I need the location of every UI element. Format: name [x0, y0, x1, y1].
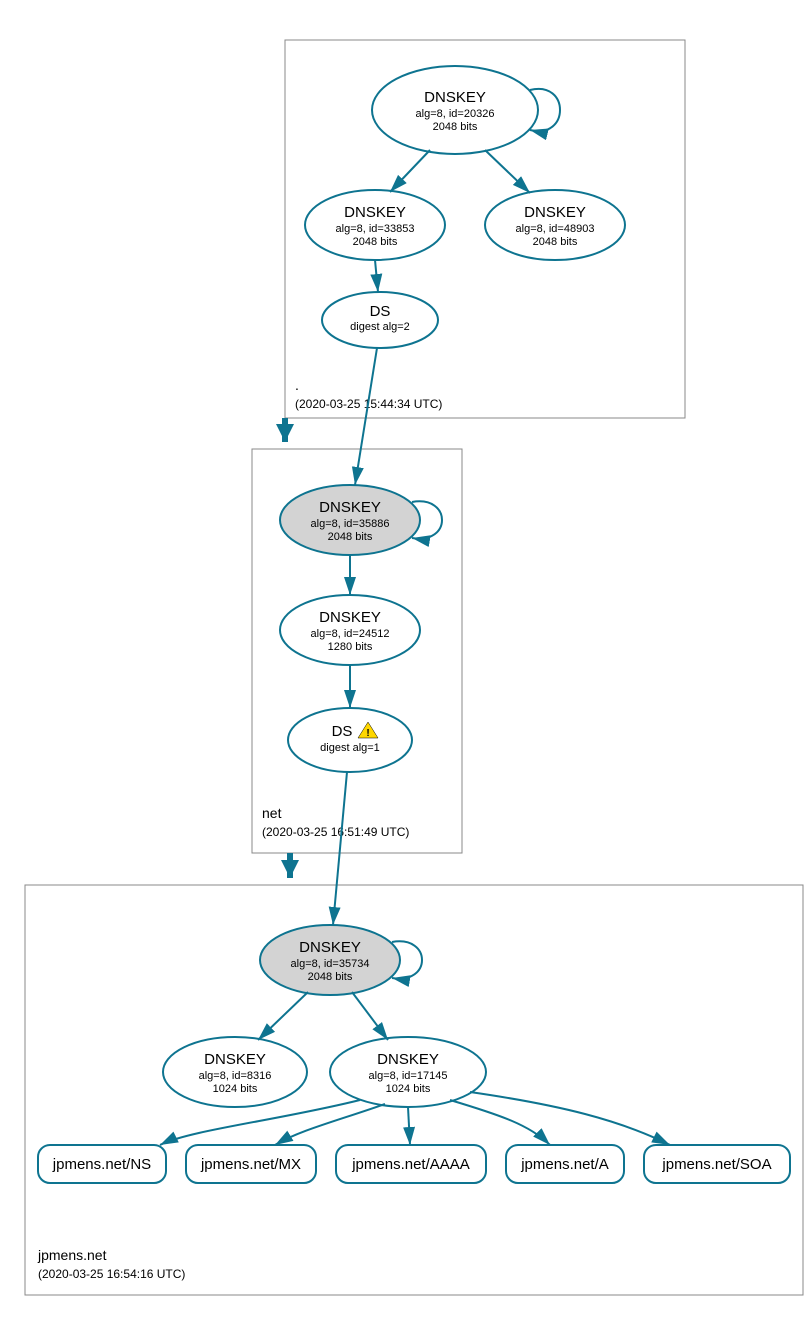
svg-text:2048 bits: 2048 bits [308, 971, 353, 983]
edge [450, 1100, 550, 1145]
node-jpmens-ksk: DNSKEY alg=8, id=35734 2048 bits [260, 925, 400, 995]
zone-net-time: (2020-03-25 16:51:49 UTC) [262, 825, 409, 839]
node-net-zsk: DNSKEY alg=8, id=24512 1280 bits [280, 595, 420, 665]
svg-text:jpmens.net/A: jpmens.net/A [520, 1156, 609, 1173]
svg-text:DNSKEY: DNSKEY [377, 1051, 439, 1068]
svg-text:1024 bits: 1024 bits [386, 1083, 431, 1095]
svg-text:alg=8, id=35886: alg=8, id=35886 [311, 518, 390, 530]
svg-text:DNSKEY: DNSKEY [344, 204, 406, 221]
rr-ns: jpmens.net/NS [38, 1145, 166, 1183]
edge [485, 150, 530, 193]
svg-text:alg=8, id=17145: alg=8, id=17145 [369, 1070, 448, 1082]
edge [470, 1092, 670, 1145]
node-root-zsk1: DNSKEY alg=8, id=33853 2048 bits [305, 190, 445, 260]
svg-text:2048 bits: 2048 bits [433, 121, 478, 133]
node-root-zsk2: DNSKEY alg=8, id=48903 2048 bits [485, 190, 625, 260]
svg-text:DNSKEY: DNSKEY [424, 89, 486, 106]
svg-text:2048 bits: 2048 bits [353, 236, 398, 248]
rr-mx: jpmens.net/MX [186, 1145, 316, 1183]
edge [258, 992, 308, 1040]
zone-jpmens-label: jpmens.net [37, 1247, 107, 1263]
svg-text:DNSKEY: DNSKEY [319, 499, 381, 516]
svg-text:alg=8, id=20326: alg=8, id=20326 [416, 108, 495, 120]
svg-text:digest alg=1: digest alg=1 [320, 742, 380, 754]
node-jpmens-zsk1: DNSKEY alg=8, id=8316 1024 bits [163, 1037, 307, 1107]
rr-soa: jpmens.net/SOA [644, 1145, 790, 1183]
node-net-ksk: DNSKEY alg=8, id=35886 2048 bits [280, 485, 420, 555]
zone-net-label: net [262, 805, 282, 821]
svg-text:2048 bits: 2048 bits [533, 236, 578, 248]
rr-aaaa: jpmens.net/AAAA [336, 1145, 486, 1183]
rr-a: jpmens.net/A [506, 1145, 624, 1183]
svg-text:DS: DS [332, 723, 353, 740]
svg-text:DNSKEY: DNSKEY [524, 204, 586, 221]
svg-text:jpmens.net/MX: jpmens.net/MX [200, 1156, 301, 1173]
svg-text:jpmens.net/SOA: jpmens.net/SOA [661, 1156, 771, 1173]
svg-text:DNSKEY: DNSKEY [299, 939, 361, 956]
edge [275, 1104, 385, 1145]
edge [390, 150, 430, 192]
svg-text:1024 bits: 1024 bits [213, 1083, 258, 1095]
zone-root-label: . [295, 377, 299, 393]
svg-text:DNSKEY: DNSKEY [319, 609, 381, 626]
edge [333, 772, 347, 925]
svg-text:alg=8, id=24512: alg=8, id=24512 [311, 628, 390, 640]
zone-jpmens-time: (2020-03-25 16:54:16 UTC) [38, 1267, 185, 1281]
edge [352, 992, 388, 1040]
edge [375, 260, 378, 292]
svg-text:jpmens.net/AAAA: jpmens.net/AAAA [351, 1156, 470, 1173]
svg-text:DNSKEY: DNSKEY [204, 1051, 266, 1068]
svg-text:2048 bits: 2048 bits [328, 531, 373, 543]
node-root-ds: DS digest alg=2 [322, 292, 438, 348]
svg-text:!: ! [366, 728, 369, 739]
node-net-ds: DS digest alg=1 ! [288, 708, 412, 772]
edge [408, 1107, 410, 1145]
svg-text:DS: DS [370, 303, 391, 320]
dnssec-graph: . (2020-03-25 15:44:34 UTC) DNSKEY alg=8… [10, 10, 808, 1309]
svg-text:digest alg=2: digest alg=2 [350, 321, 410, 333]
svg-text:alg=8, id=8316: alg=8, id=8316 [199, 1070, 272, 1082]
svg-text:jpmens.net/NS: jpmens.net/NS [52, 1156, 151, 1173]
svg-text:1280 bits: 1280 bits [328, 641, 373, 653]
edge [355, 348, 377, 485]
svg-text:alg=8, id=33853: alg=8, id=33853 [336, 223, 415, 235]
node-jpmens-zsk2: DNSKEY alg=8, id=17145 1024 bits [330, 1037, 486, 1107]
svg-text:alg=8, id=48903: alg=8, id=48903 [516, 223, 595, 235]
node-root-ksk: DNSKEY alg=8, id=20326 2048 bits [372, 66, 538, 154]
svg-text:alg=8, id=35734: alg=8, id=35734 [291, 958, 370, 970]
